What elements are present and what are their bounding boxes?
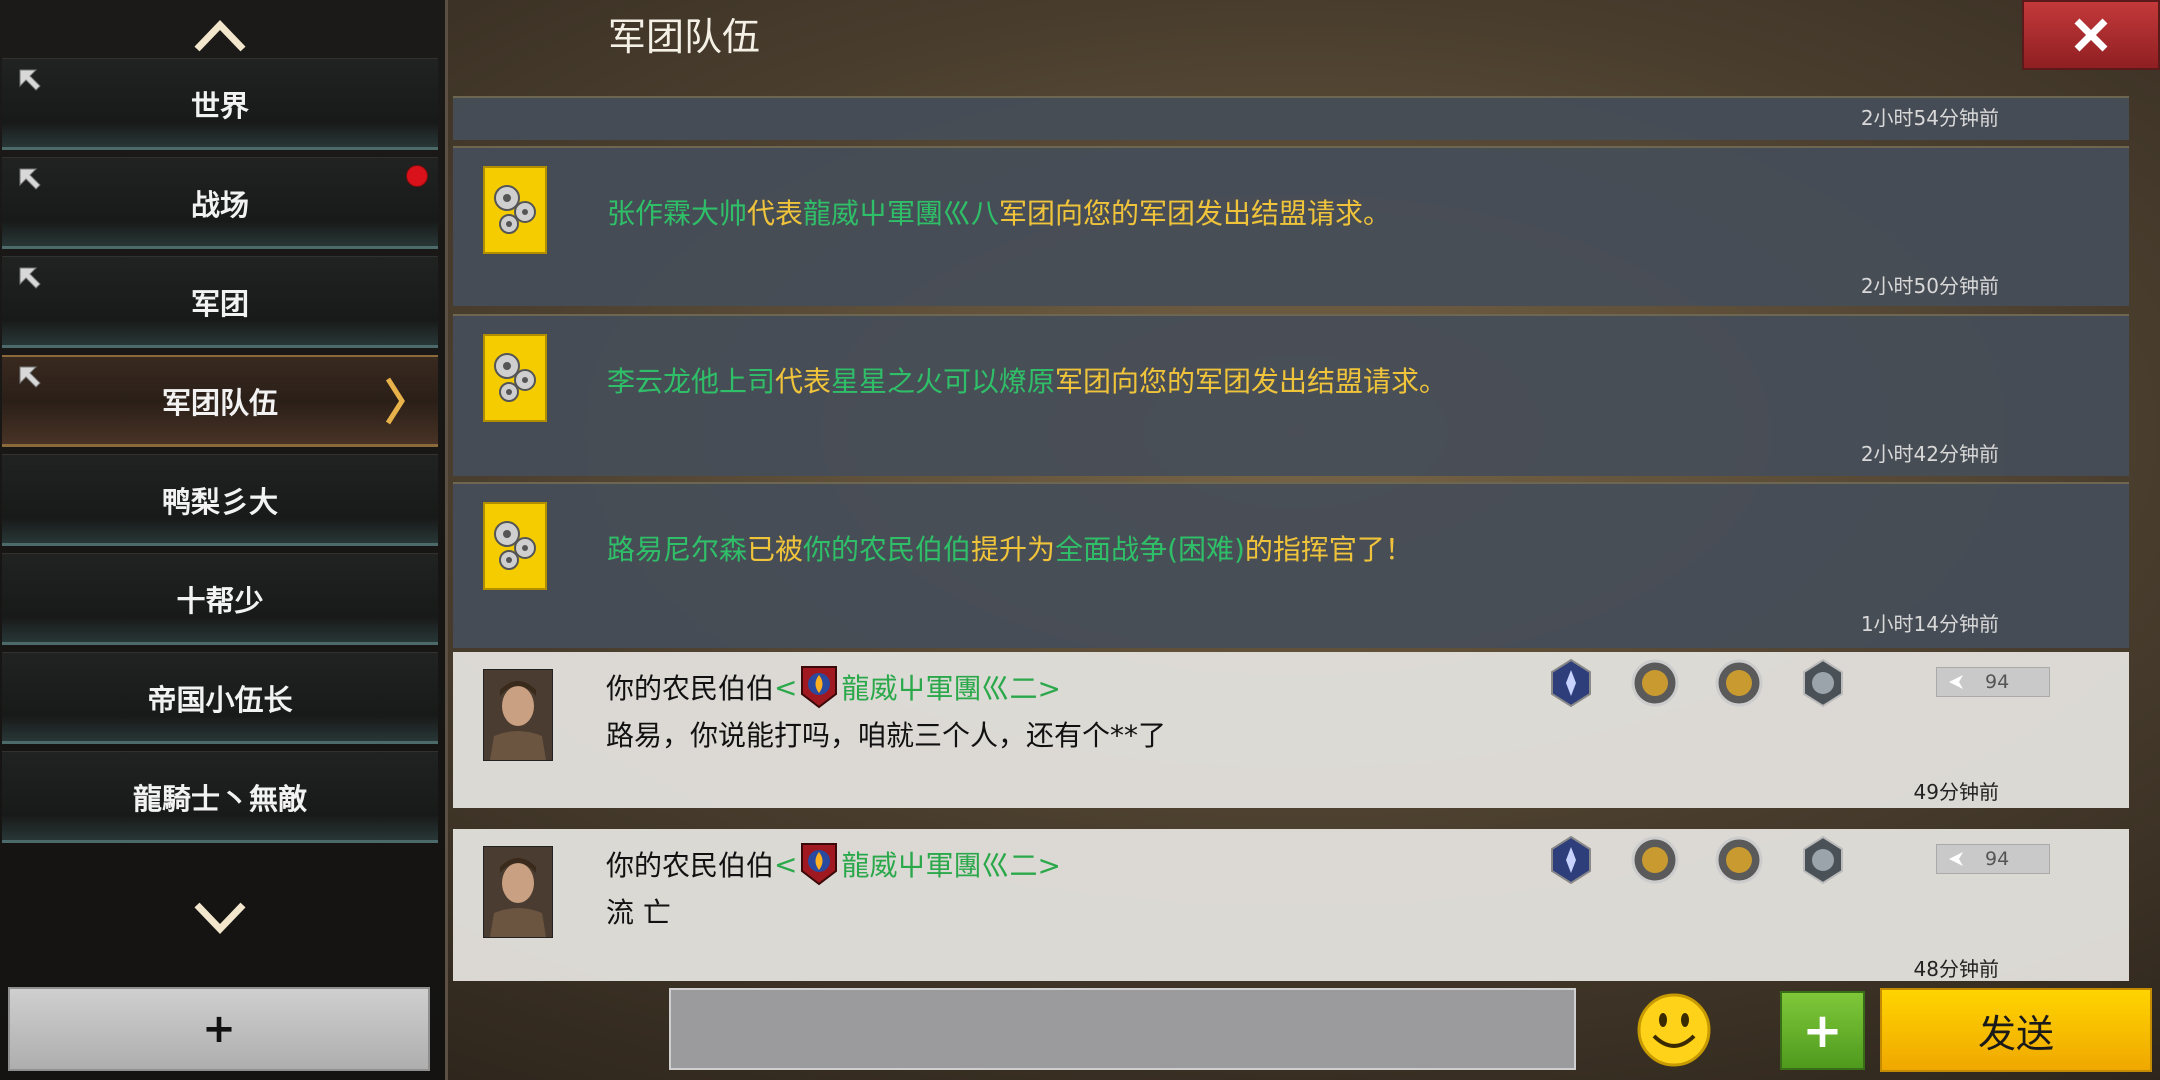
channel-private-3[interactable]: 帝国小伍长 bbox=[2, 652, 438, 744]
gears-icon bbox=[483, 166, 547, 254]
sender-line: 你的农民伯伯 < 龍威屮軍團巛二> bbox=[606, 841, 1061, 887]
rank-arrow-icon bbox=[1949, 675, 1963, 689]
channel-label: 军团 bbox=[190, 287, 249, 321]
level-value: 94 bbox=[1985, 848, 2010, 870]
channel-label: 鸭梨彡大 bbox=[161, 485, 278, 519]
pin-icon bbox=[19, 366, 41, 388]
level-value: 94 bbox=[1985, 671, 2010, 693]
channel-label: 帝国小伍长 bbox=[147, 683, 293, 717]
channel-list: 世界 战场 军团 军团队伍 鸭梨彡大 十帮少 帝国小伍长 龍騎士丶無敵 bbox=[2, 58, 438, 850]
channel-private-4[interactable]: 龍騎士丶無敵 bbox=[2, 751, 438, 843]
unread-badge bbox=[406, 165, 428, 187]
system-message: 李云龙他上司代表星星之火可以燎原军团向您的军团发出结盟请求。 2小时42分钟前 bbox=[453, 314, 2129, 476]
medal-gold-icon bbox=[1715, 659, 1763, 707]
close-button[interactable] bbox=[2022, 0, 2160, 70]
medal-silver-icon bbox=[1803, 835, 1843, 885]
chevron-up-icon bbox=[194, 19, 246, 52]
player-name-link[interactable]: 路易尼尔森 bbox=[607, 533, 747, 566]
attach-button[interactable]: + bbox=[1780, 991, 1865, 1070]
sender-name[interactable]: 你的农民伯伯 bbox=[606, 667, 774, 707]
pin-icon bbox=[19, 168, 41, 190]
channel-battlefield[interactable]: 战场 bbox=[2, 157, 438, 249]
player-name-link[interactable]: 张作霖大帅 bbox=[607, 197, 747, 230]
chat-message: 你的农民伯伯 < 龍威屮軍團巛二> 流 亡 94 48分钟前 bbox=[453, 829, 2129, 981]
legion-name-link[interactable]: 龍威屮軍團巛二> bbox=[841, 667, 1060, 707]
avatar[interactable] bbox=[483, 846, 553, 938]
message-time: 2小时42分钟前 bbox=[1860, 442, 1999, 466]
medal-gold-icon bbox=[1631, 836, 1679, 884]
player-name-link[interactable]: 你的农民伯伯 bbox=[803, 533, 971, 566]
sender-line: 你的农民伯伯 < 龍威屮軍團巛二> bbox=[606, 664, 1061, 710]
channel-label: 世界 bbox=[190, 89, 249, 123]
chat-message: 你的农民伯伯 < 龍威屮軍團巛二> 路易，你说能打吗，咱就三个人，还有个**了 94… bbox=[453, 652, 2129, 808]
sender-name[interactable]: 你的农民伯伯 bbox=[606, 844, 774, 884]
rank-medal-icon bbox=[1551, 658, 1591, 708]
pin-icon bbox=[19, 69, 41, 91]
medal-gold-icon bbox=[1631, 659, 1679, 707]
role-name: 全面战争(困难) bbox=[1055, 533, 1245, 566]
channel-private-2[interactable]: 十帮少 bbox=[2, 553, 438, 645]
message-time: 48分钟前 bbox=[1913, 957, 1999, 981]
emoji-icon[interactable] bbox=[1636, 992, 1712, 1068]
avatar[interactable] bbox=[483, 669, 553, 761]
message-time: 2小时54分钟前 bbox=[1860, 106, 1999, 130]
system-message-text: 张作霖大帅代表龍威屮軍團巛八军团向您的军团发出结盟请求。 bbox=[607, 197, 1392, 230]
system-message: 2小时54分钟前 bbox=[453, 96, 2129, 140]
system-message-text: 李云龙他上司代表星星之火可以燎原军团向您的军团发出结盟请求。 bbox=[607, 365, 1448, 398]
level-indicator: 94 bbox=[1936, 667, 2050, 697]
medal-gold-icon bbox=[1715, 836, 1763, 884]
legion-badge-icon bbox=[801, 843, 838, 886]
chevron-right-icon bbox=[385, 377, 405, 425]
legion-name-link[interactable]: 龍威屮軍團巛八 bbox=[803, 197, 999, 230]
pin-icon bbox=[19, 267, 41, 289]
channel-label: 战场 bbox=[190, 188, 249, 222]
close-icon bbox=[2074, 18, 2108, 52]
scroll-down-button[interactable] bbox=[0, 886, 440, 950]
message-time: 2小时50分钟前 bbox=[1860, 274, 1999, 298]
system-message-text: 路易尼尔森已被你的农民伯伯提升为全面战争(困难)的指挥官了！ bbox=[607, 533, 1413, 566]
message-input[interactable] bbox=[669, 988, 1576, 1070]
channel-legion[interactable]: 军团 bbox=[2, 256, 438, 348]
message-time: 49分钟前 bbox=[1913, 780, 1999, 804]
system-message: 张作霖大帅代表龍威屮軍團巛八军团向您的军团发出结盟请求。 2小时50分钟前 bbox=[453, 146, 2129, 306]
send-button[interactable]: 发送 bbox=[1880, 988, 2152, 1072]
gears-icon bbox=[483, 334, 547, 422]
channel-label: 军团队伍 bbox=[161, 386, 278, 420]
legion-badge-icon bbox=[801, 666, 838, 709]
legion-name-link[interactable]: 星星之火可以燎原 bbox=[831, 365, 1055, 398]
channel-sidebar: 世界 战场 军团 军团队伍 鸭梨彡大 十帮少 帝国小伍长 龍騎士丶無敵 + bbox=[0, 0, 448, 1080]
player-name-link[interactable]: 李云龙他上司 bbox=[607, 365, 775, 398]
system-message: 路易尼尔森已被你的农民伯伯提升为全面战争(困难)的指挥官了！ 1小时14分钟前 bbox=[453, 482, 2129, 648]
gears-icon bbox=[483, 502, 547, 590]
message-time: 1小时14分钟前 bbox=[1860, 612, 1999, 636]
page-title: 军团队伍 bbox=[608, 15, 761, 59]
channel-private-1[interactable]: 鸭梨彡大 bbox=[2, 454, 438, 546]
medal-silver-icon bbox=[1803, 658, 1843, 708]
add-channel-button[interactable]: + bbox=[8, 987, 430, 1071]
chat-text: 流 亡 bbox=[606, 896, 671, 929]
channel-label: 十帮少 bbox=[176, 584, 264, 618]
chevron-down-icon bbox=[194, 902, 246, 935]
message-list[interactable]: 2小时54分钟前 张作霖大帅代表龍威屮軍團巛八军团向您的军团发出结盟请求。 2小… bbox=[453, 96, 2129, 981]
legion-name-link[interactable]: 龍威屮軍團巛二> bbox=[841, 844, 1060, 884]
rank-medal-icon bbox=[1551, 835, 1591, 885]
channel-label: 龍騎士丶無敵 bbox=[132, 782, 307, 816]
channel-world[interactable]: 世界 bbox=[2, 58, 438, 150]
chat-text: 路易，你说能打吗，咱就三个人，还有个**了 bbox=[606, 719, 1167, 752]
channel-legion-team[interactable]: 军团队伍 bbox=[2, 355, 438, 447]
level-indicator: 94 bbox=[1936, 844, 2050, 874]
rank-arrow-icon bbox=[1949, 852, 1963, 866]
